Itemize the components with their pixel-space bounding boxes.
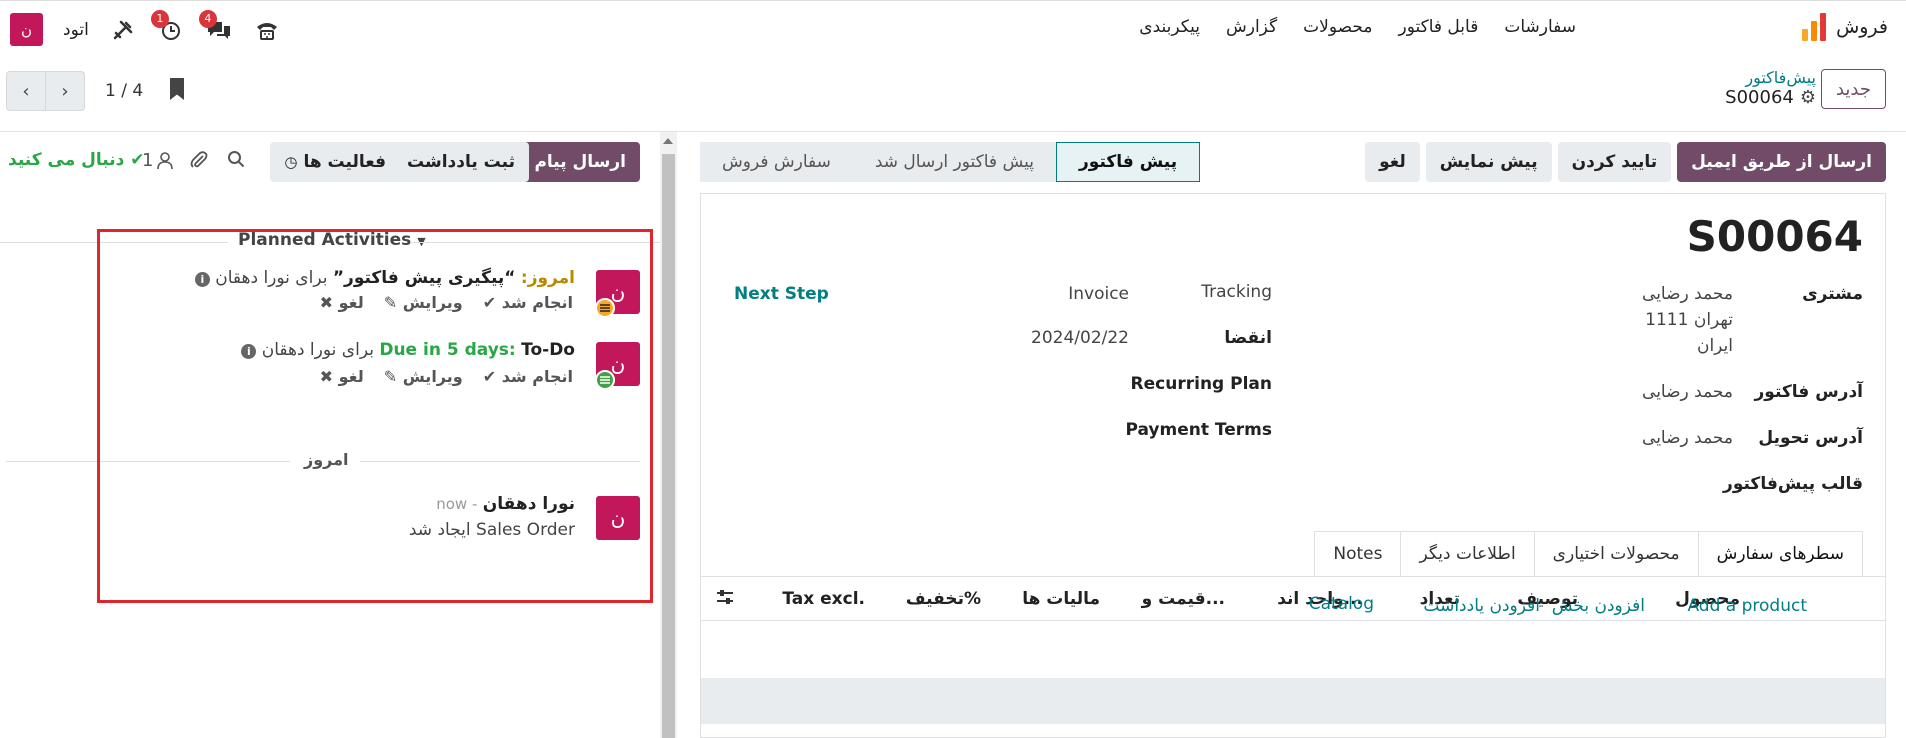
catalog-link[interactable]: Catalog: [1309, 594, 1374, 614]
menu-products[interactable]: محصولات: [1303, 17, 1372, 37]
order-lines-footer-row: [701, 678, 1885, 724]
payment-terms-label: Payment Terms: [1125, 420, 1272, 440]
invoice-address-field[interactable]: محمد رضایی: [1642, 382, 1733, 402]
following-button[interactable]: دنبال می کنید ✔: [8, 150, 145, 170]
record-name: S00064: [1725, 87, 1794, 108]
gear-icon[interactable]: ⚙: [1800, 87, 1816, 108]
cancel-button[interactable]: لغو: [1365, 142, 1420, 182]
tab-other-info[interactable]: اطلاعات دیگر: [1400, 531, 1535, 577]
customer-country: ایران: [1696, 336, 1733, 356]
form-sheet: S00064 مشتری محمد رضایی تهران 1111 ایران…: [700, 193, 1886, 738]
following-label: دنبال می کنید: [8, 150, 125, 170]
search-icon[interactable]: [227, 150, 245, 173]
breadcrumb: پیش‌فاکتور S00064 ⚙: [1725, 68, 1816, 108]
tracking-value[interactable]: Invoice: [1068, 284, 1129, 304]
debug-tools-icon[interactable]: [109, 16, 137, 44]
messages-badge: 4: [198, 9, 217, 28]
menu-configuration[interactable]: پیکربندی: [1139, 17, 1200, 37]
systray: ن اتود 1 4: [10, 9, 281, 46]
chatter-topbar: ارسال پیام ثبت یادداشت ◷ فعالیت ها 1 دنب…: [0, 142, 650, 182]
tracking-label: Tracking: [1201, 282, 1272, 302]
tab-order-lines[interactable]: سطرهای سفارش: [1697, 531, 1863, 577]
breadcrumb-parent[interactable]: پیش‌فاکتور: [1725, 68, 1816, 87]
control-panel: جدید پیش‌فاکتور S00064 ⚙ ‹ › 1 / 4: [0, 58, 1906, 132]
stage-sales-order[interactable]: سفارش فروش: [700, 142, 853, 182]
pager-value[interactable]: 1 / 4: [105, 81, 143, 101]
customer-label: مشتری: [1802, 284, 1863, 304]
scroll-up-arrow-icon[interactable]: [663, 138, 673, 144]
delivery-address-label: آدرس تحویل: [1758, 428, 1863, 448]
add-note-link[interactable]: افزودن یادداشت: [1423, 596, 1540, 616]
log-note-button[interactable]: ثبت یادداشت: [393, 142, 529, 182]
order-name: S00064: [1686, 212, 1863, 261]
sales-app-icon: [1802, 13, 1828, 41]
recurring-plan-label: Recurring Plan: [1130, 374, 1272, 394]
send-message-button[interactable]: ارسال پیام: [520, 142, 640, 182]
confirm-button[interactable]: تایید کردن: [1557, 142, 1672, 182]
stage-selector: پیش فاکتور پیش فاکتور ارسال شد سفارش فرو…: [700, 142, 1201, 182]
add-section-link[interactable]: افزودن بخش: [1552, 596, 1645, 616]
next-step-link[interactable]: Next Step: [734, 284, 829, 304]
stage-quotation[interactable]: پیش فاکتور: [1056, 142, 1201, 182]
attachment-icon[interactable]: [190, 150, 208, 175]
optional-columns-icon[interactable]: [715, 587, 735, 612]
activity-clock-icon[interactable]: 1: [150, 9, 185, 44]
form-statusbar: ارسال از طریق ایمیل تایید کردن پیش نمایش…: [700, 142, 1886, 182]
column-taxes[interactable]: مالیات ها: [1022, 589, 1100, 609]
menu-orders[interactable]: سفارشات: [1504, 17, 1576, 37]
column-discount[interactable]: تخفیف%: [906, 589, 981, 609]
form-tabs: سطرهای سفارش محصولات اختیاری اطلاعات دیگ…: [1314, 531, 1863, 577]
expiration-label: انقضا: [1224, 328, 1272, 348]
tab-optional-products[interactable]: محصولات اختیاری: [1533, 531, 1699, 577]
activities-button-label: فعالیت ها: [303, 152, 386, 172]
invoice-address-label: آدرس فاکتور: [1754, 382, 1864, 402]
activity-badge: 1: [150, 9, 169, 28]
top-navbar: فروش سفارشات قابل فاکتور محصولات گزارش پ…: [0, 0, 1906, 58]
main-menu: سفارشات قابل فاکتور محصولات گزارش پیکربن…: [1139, 17, 1576, 37]
tab-notes[interactable]: Notes: [1314, 531, 1402, 577]
followers-button[interactable]: 1: [142, 150, 174, 171]
column-tax-excluded[interactable]: Tax excl.: [782, 589, 865, 609]
scrollbar-thumb[interactable]: [662, 154, 675, 738]
delivery-address-field[interactable]: محمد رضایی: [1642, 428, 1733, 448]
check-icon: ✔: [130, 150, 145, 170]
clock-icon: ◷: [284, 153, 298, 171]
phone-icon[interactable]: [253, 16, 281, 44]
menu-reporting[interactable]: گزارش: [1226, 17, 1277, 37]
send-by-email-button[interactable]: ارسال از طریق ایمیل: [1677, 142, 1886, 182]
pager-previous-button[interactable]: ‹: [6, 71, 46, 111]
messaging-icon[interactable]: 4: [198, 9, 233, 44]
add-product-link[interactable]: Add a product: [1687, 596, 1807, 616]
user-avatar[interactable]: ن: [10, 13, 43, 46]
user-icon: [157, 151, 174, 169]
activities-button[interactable]: ◷ فعالیت ها: [270, 142, 400, 182]
preview-button[interactable]: پیش نمایش: [1425, 142, 1552, 182]
quotation-template-label: قالب پیش‌فاکتور: [1723, 474, 1863, 494]
bookmark-icon[interactable]: [170, 78, 184, 100]
column-unit-price[interactable]: قیمت و...: [1142, 589, 1225, 609]
app-name: فروش: [1836, 16, 1888, 38]
pager-next-button[interactable]: ›: [45, 71, 85, 111]
new-button[interactable]: جدید: [1820, 69, 1886, 109]
chatter-scrollbar[interactable]: [660, 132, 677, 738]
company-switcher[interactable]: اتود: [63, 20, 89, 40]
customer-name[interactable]: محمد رضایی: [1642, 284, 1733, 304]
statusbar-buttons: ارسال از طریق ایمیل تایید کردن پیش نمایش…: [1365, 142, 1886, 182]
breadcrumb-current: S00064 ⚙: [1725, 87, 1816, 108]
pager: ‹ › 1 / 4: [6, 71, 143, 111]
menu-to-invoice[interactable]: قابل فاکتور: [1398, 17, 1478, 37]
app-brand[interactable]: فروش: [1802, 13, 1888, 41]
stage-quotation-sent[interactable]: پیش فاکتور ارسال شد: [852, 142, 1057, 182]
highlight-box: [97, 229, 653, 603]
expiration-date-field[interactable]: 2024/02/22: [1031, 328, 1129, 348]
customer-city: تهران 1111: [1645, 310, 1733, 330]
